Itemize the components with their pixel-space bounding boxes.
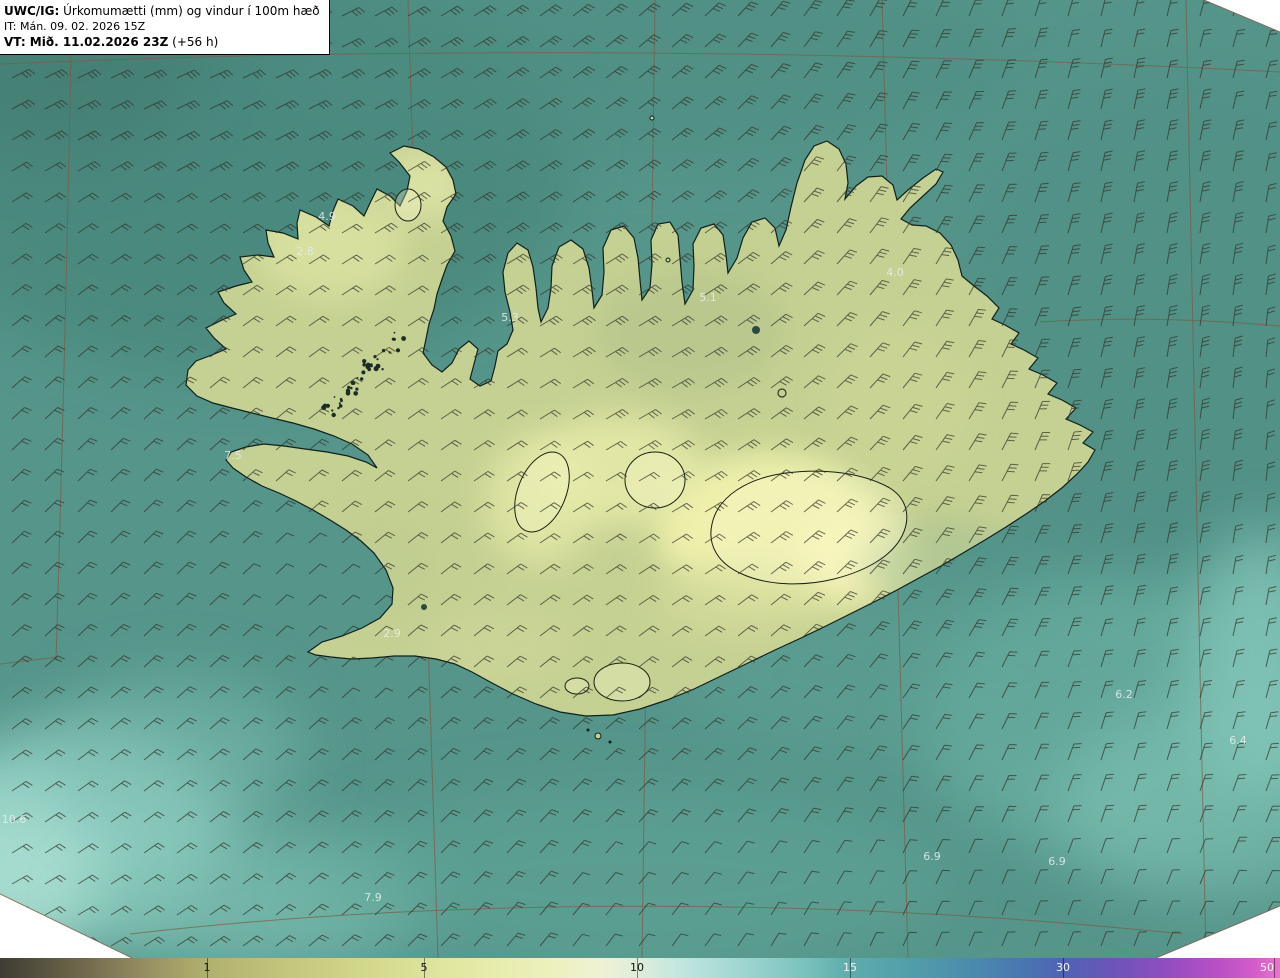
colorbar-tick-label: 50: [1260, 961, 1274, 974]
glacier-hofsjokull: [624, 451, 686, 509]
colorbar-tick-label: 1: [203, 961, 211, 974]
colorbar-tick-label: 10: [630, 961, 644, 974]
map-title-box: UWC/IG: Úrkomumætti (mm) og vindur í 100…: [0, 0, 330, 55]
valid-time: VT: Mið. 11.02.2026 23Z: [4, 35, 169, 49]
glacier-drangajokull: [394, 188, 422, 222]
iceland-precip-wind-map: [0, 0, 1280, 958]
precipitation-colorbar: 1 5 10 15 30 50: [0, 958, 1280, 978]
weather-map-area: 4.9 2.8 5.3 5.1 4.0 7.5 2.9 6.2 6.4 6.9 6.9 7.9 10.6…: [0, 0, 1280, 958]
init-time-line: IT: Mán. 09. 02. 2026 15Z: [4, 20, 146, 33]
title-line: UWC/IG: Úrkomumætti (mm) og vindur í 100…: [4, 3, 320, 19]
map-title: Úrkomumætti (mm) og vindur í 100m hæð: [59, 4, 320, 18]
colorbar-tick-label: 30: [1056, 961, 1070, 974]
model-name: UWC/IG:: [4, 4, 60, 18]
lead-time: (+56 h): [168, 35, 219, 49]
colorbar-tick-label: 15: [843, 961, 857, 974]
glacier-eyjafjallajokull: [564, 677, 590, 695]
colorbar-tick: [1274, 958, 1275, 978]
valid-time-line: VT: Mið. 11.02.2026 23Z (+56 h): [4, 34, 320, 50]
colorbar-tick-label: 5: [420, 961, 428, 974]
